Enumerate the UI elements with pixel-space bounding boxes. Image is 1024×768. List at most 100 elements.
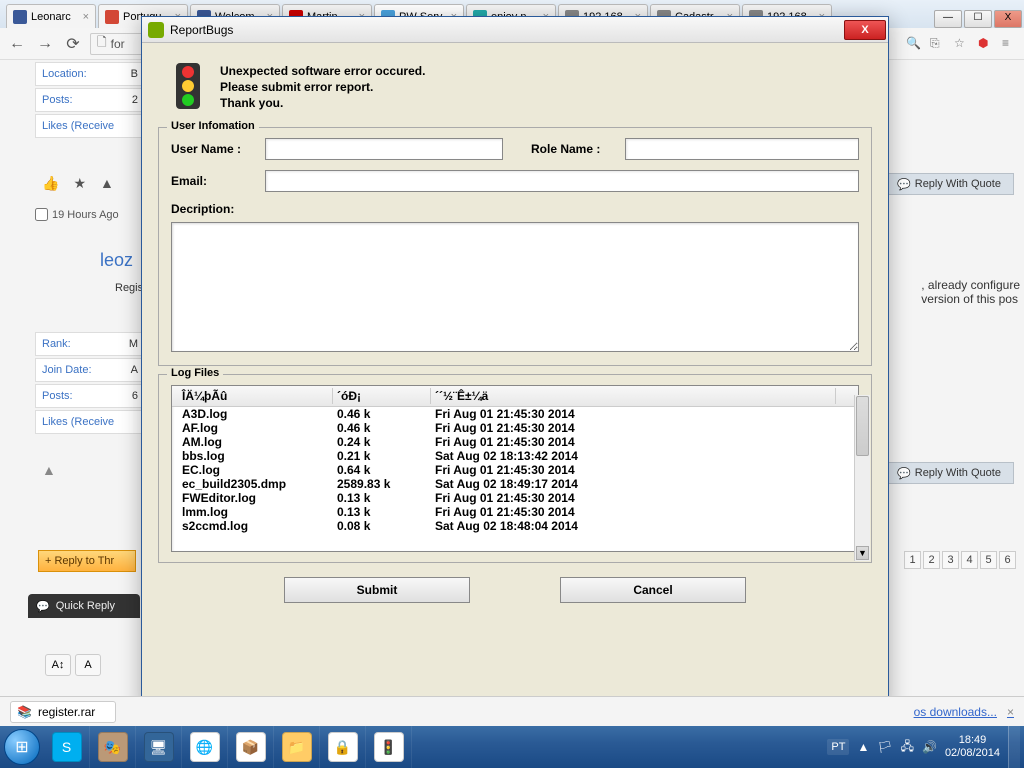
role-name-input[interactable] xyxy=(625,138,859,160)
show-desktop[interactable] xyxy=(1008,726,1020,768)
editor-button[interactable]: A xyxy=(75,654,101,676)
info-row: Rank:M xyxy=(35,332,145,356)
clock[interactable]: 18:4902/08/2014 xyxy=(945,734,1000,760)
log-date: Fri Aug 01 21:45:30 2014 xyxy=(431,435,836,449)
post-select-checkbox[interactable] xyxy=(35,208,48,221)
download-item[interactable]: 📚 register.rar xyxy=(10,701,116,723)
log-row[interactable]: FWEditor.log0.13 kFri Aug 01 21:45:30 20… xyxy=(172,491,858,505)
post-action-icon[interactable]: ▲ xyxy=(100,175,114,192)
info-row: Location:B xyxy=(35,62,145,86)
log-size: 0.21 k xyxy=(333,449,431,463)
scrollbar-thumb[interactable] xyxy=(856,396,869,456)
star-icon[interactable]: ☆ xyxy=(954,36,970,52)
log-row[interactable]: lmm.log0.13 kFri Aug 01 21:45:30 2014 xyxy=(172,505,858,519)
editor-button[interactable]: A↕ xyxy=(45,654,71,676)
search-icon[interactable]: 🔍 xyxy=(906,36,922,52)
maximize-button[interactable]: ☐ xyxy=(964,10,992,28)
page-number[interactable]: 6 xyxy=(999,551,1016,569)
taskbar-skype[interactable]: S xyxy=(44,726,90,768)
log-table-body[interactable]: A3D.log0.46 kFri Aug 01 21:45:30 2014AF.… xyxy=(172,407,858,551)
tray-network-icon[interactable]: 🖧 xyxy=(901,737,914,758)
favicon xyxy=(105,10,119,24)
info-row: Posts:6 xyxy=(35,384,145,408)
log-table-header[interactable]: ÎÄ¼þÃû ´óÐ¡ ´´½¨Ê±¼ä xyxy=(172,386,858,407)
log-row[interactable]: A3D.log0.46 kFri Aug 01 21:45:30 2014 xyxy=(172,407,858,421)
submit-button[interactable]: Submit xyxy=(284,577,470,603)
page-number[interactable]: 1 xyxy=(904,551,921,569)
log-size: 0.13 k xyxy=(333,505,431,519)
log-row[interactable]: bbs.log0.21 kSat Aug 02 18:13:42 2014 xyxy=(172,449,858,463)
dialog-close-button[interactable]: X xyxy=(844,20,886,40)
log-scrollbar[interactable]: ▼ xyxy=(854,395,870,561)
scrollbar-down-arrow[interactable]: ▼ xyxy=(856,546,869,560)
tab-close-icon[interactable]: × xyxy=(79,11,89,23)
info-row: Likes (Receive xyxy=(35,114,145,138)
taskbar-apps: S 🎭 🖥 🌐 📦 📁 🔒 🚦 xyxy=(44,726,412,768)
reply-with-quote-button-1[interactable]: 💬Reply With Quote xyxy=(884,173,1014,195)
log-header-date[interactable]: ´´½¨Ê±¼ä xyxy=(431,388,836,404)
close-window-button[interactable]: X xyxy=(994,10,1022,28)
taskbar-app-1[interactable]: 🎭 xyxy=(90,726,136,768)
url-text: for xyxy=(111,37,125,51)
user-name-label: User Name : xyxy=(171,142,257,156)
post-action-icon[interactable]: ★ xyxy=(73,175,86,192)
user-name-input[interactable] xyxy=(265,138,503,160)
reply-with-quote-button-2[interactable]: 💬Reply With Quote xyxy=(884,462,1014,484)
reload-button[interactable]: ⟳ xyxy=(62,33,84,55)
post-action-icon[interactable]: 👍 xyxy=(42,175,59,192)
menu-icon[interactable]: ≡ xyxy=(1002,36,1018,52)
page-number[interactable]: 2 xyxy=(923,551,940,569)
page-action-icon[interactable]: ⎘ xyxy=(930,36,946,52)
info-row: Likes (Receive xyxy=(35,410,145,434)
log-row[interactable]: ec_build2305.dmp2589.83 kSat Aug 02 18:4… xyxy=(172,477,858,491)
warn-icon[interactable]: ▲ xyxy=(42,462,56,478)
taskbar-reportbugs[interactable]: 🚦 xyxy=(366,726,412,768)
taskbar-explorer[interactable]: 📁 xyxy=(274,726,320,768)
page-number[interactable]: 5 xyxy=(980,551,997,569)
taskbar: ⊞ S 🎭 🖥 🌐 📦 📁 🔒 🚦 PT ▲ 🏳 🖧 🔊 18:4902/08/… xyxy=(0,726,1024,768)
log-row[interactable]: EC.log0.64 kFri Aug 01 21:45:30 2014 xyxy=(172,463,858,477)
dialog-titlebar[interactable]: ReportBugs X xyxy=(142,17,888,43)
forward-button[interactable]: → xyxy=(34,33,56,55)
reply-to-thread-button[interactable]: + Reply to Thr xyxy=(38,550,136,572)
system-tray[interactable]: PT ▲ 🏳 🖧 🔊 18:4902/08/2014 xyxy=(827,726,1024,768)
username-link[interactable]: leoz xyxy=(100,250,133,271)
log-row[interactable]: AF.log0.46 kFri Aug 01 21:45:30 2014 xyxy=(172,421,858,435)
log-row[interactable]: AM.log0.24 kFri Aug 01 21:45:30 2014 xyxy=(172,435,858,449)
taskbar-app-3[interactable]: 🔒 xyxy=(320,726,366,768)
report-bugs-dialog: ReportBugs X Unexpected software error o… xyxy=(141,16,889,710)
log-row[interactable]: s2ccmd.log0.08 kSat Aug 02 18:48:04 2014 xyxy=(172,519,858,533)
log-date: Fri Aug 01 21:45:30 2014 xyxy=(431,491,836,505)
tray-volume-icon[interactable]: 🔊 xyxy=(922,740,937,754)
log-files-legend: Log Files xyxy=(167,367,223,379)
page-number[interactable]: 4 xyxy=(961,551,978,569)
minimize-button[interactable]: — xyxy=(934,10,962,28)
close-download-bar[interactable]: × xyxy=(1007,705,1014,719)
page-number[interactable]: 3 xyxy=(942,551,959,569)
taskbar-chrome[interactable]: 🌐 xyxy=(182,726,228,768)
log-header-size[interactable]: ´óÐ¡ xyxy=(333,388,431,404)
description-textarea[interactable] xyxy=(171,222,859,352)
taskbar-virtualbox[interactable]: 📦 xyxy=(228,726,274,768)
tray-flag-icon[interactable]: 🏳 xyxy=(877,740,892,754)
editor-buttons: A↕A xyxy=(45,654,101,676)
log-header-name[interactable]: ÎÄ¼þÃû xyxy=(178,388,333,404)
log-size: 2589.83 k xyxy=(333,477,431,491)
info-row: Join Date:A xyxy=(35,358,145,382)
cancel-button[interactable]: Cancel xyxy=(560,577,746,603)
quick-reply-header[interactable]: 💬Quick Reply xyxy=(28,594,140,618)
language-indicator[interactable]: PT xyxy=(827,739,849,755)
tray-chevron-icon[interactable]: ▲ xyxy=(857,740,869,754)
log-date: Sat Aug 02 18:49:17 2014 xyxy=(431,477,836,491)
browser-tab[interactable]: Leonarc× xyxy=(6,4,96,28)
log-filename: A3D.log xyxy=(178,407,333,421)
back-button[interactable]: ← xyxy=(6,33,28,55)
adblock-icon[interactable]: ⬢ xyxy=(978,36,994,52)
log-size: 0.46 k xyxy=(333,407,431,421)
intro-text: Unexpected software error occured. Pleas… xyxy=(220,63,425,111)
taskbar-app-2[interactable]: 🖥 xyxy=(136,726,182,768)
log-filename: ec_build2305.dmp xyxy=(178,477,333,491)
show-all-downloads[interactable]: os downloads... xyxy=(914,705,997,719)
start-button[interactable]: ⊞ xyxy=(0,726,44,768)
email-input[interactable] xyxy=(265,170,859,192)
